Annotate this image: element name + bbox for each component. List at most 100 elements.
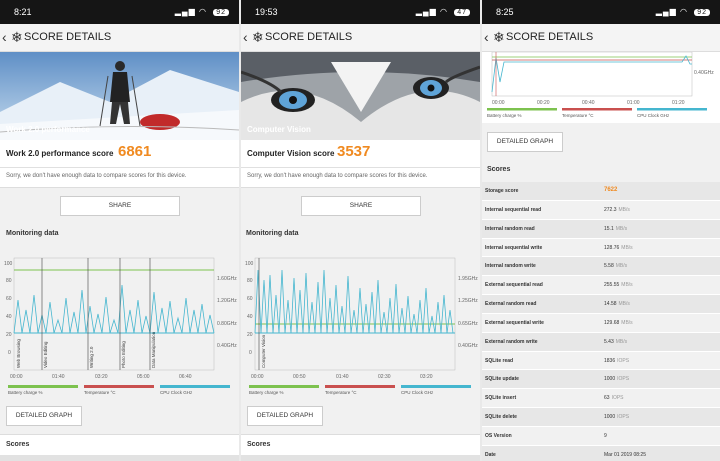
- detailed-graph-button[interactable]: DETAILED GRAPH: [487, 132, 563, 152]
- table-row: SQLite update 1000 IOPS: [482, 370, 720, 390]
- right-tick: 0.40GHz: [458, 343, 478, 349]
- legend-temperature: Temperature °C: [562, 113, 594, 118]
- status-time: 8:21: [14, 7, 32, 17]
- share-button[interactable]: SHARE: [301, 196, 421, 216]
- row-value: 14.58 MB/s: [604, 301, 630, 308]
- x-tick: 01:40: [52, 374, 65, 380]
- table-row: External random read 14.58 MB/s: [482, 295, 720, 314]
- y-tick: 60: [6, 296, 12, 302]
- legend-cpu: CPU Clock GHz: [160, 385, 230, 395]
- monitoring-chart-svg: 100 80 60 40 20 0 1.95GHz 1.25GHz 0.65GH…: [245, 257, 478, 380]
- marker-label: Photo Editing: [121, 341, 126, 368]
- score-label: Computer Vision score: [247, 149, 335, 158]
- row-unit: MB/s: [615, 263, 628, 270]
- scores-table: Storage score 7622 Internal sequential rea…: [482, 182, 720, 461]
- app-bar: ‹ ❄ SCORE DETAILS: [241, 24, 480, 52]
- row-value: 1000 IOPS: [604, 414, 630, 421]
- plot-frame: [254, 257, 456, 371]
- table-row: External sequential write 129.68 MB/s: [482, 313, 720, 333]
- legend-temperature-bar: [562, 108, 632, 111]
- hero-label: Computer Vision: [247, 125, 311, 134]
- row-label: Internal random read: [485, 225, 535, 232]
- status-icons: ▂▄▆ ◠ 92: [656, 7, 710, 16]
- wifi-icon: ◠: [198, 7, 207, 16]
- x-tick: 06:40: [179, 374, 192, 380]
- row-label: Internal random write: [485, 263, 536, 270]
- y-tick: 80: [6, 278, 12, 284]
- table-row: External sequential read 255.55 MB/s: [482, 276, 720, 296]
- y-tick: 100: [4, 261, 13, 267]
- compare-note: Sorry, we don't have enough data to comp…: [241, 168, 480, 188]
- screen-storage-scores: 8:25 ▂▄▆ ◠ 92 ‹ ❄ SCORE DETAILS 0.40GHz …: [482, 0, 720, 461]
- row-label: External random write: [485, 338, 538, 345]
- x-tick: 00:00: [251, 374, 264, 380]
- table-row: Internal sequential write 128.76 MB/s: [482, 238, 720, 258]
- share-button[interactable]: SHARE: [60, 196, 180, 216]
- detailed-graph-button[interactable]: DETAILED GRAPH: [247, 406, 323, 426]
- y-tick: 100: [245, 261, 254, 267]
- chart-legend: Battery charge % Temperature °C CPU Cloc…: [482, 113, 720, 123]
- right-tick: 1.20GHz: [217, 298, 237, 304]
- table-row: Internal sequential read 272.3 MB/s: [482, 200, 720, 220]
- score-row: Computer Vision score 3537: [241, 140, 480, 168]
- row-value: 1000 IOPS: [604, 376, 630, 383]
- monitoring-chart: 100 80 60 40 20 0 1.60GHz 1.20GHz 0.80GH…: [0, 240, 239, 380]
- legend-battery-bar: [487, 108, 557, 111]
- legend-temperature: Temperature °C: [325, 385, 395, 395]
- row-value: 5.58 MB/s: [604, 263, 628, 270]
- row-label: OS Version: [485, 432, 512, 439]
- battery-icon: 92: [213, 9, 229, 16]
- y-tick: 40: [6, 314, 12, 320]
- y-tick: 60: [247, 296, 253, 302]
- detailed-graph-button[interactable]: DETAILED GRAPH: [6, 406, 82, 426]
- row-label: Internal sequential read: [485, 206, 542, 213]
- signal-icon: ▂▄▆: [655, 7, 677, 16]
- monitoring-title: Monitoring data: [246, 230, 299, 237]
- battery-icon: 92: [694, 9, 710, 16]
- chart-legend: Battery charge % Temperature °C CPU Cloc…: [241, 385, 480, 399]
- legend-battery: Battery charge %: [487, 113, 522, 118]
- status-icons: ▂▄▆ ◠ 47: [416, 7, 470, 16]
- chart-legend: Battery charge % Temperature °C CPU Cloc…: [0, 385, 239, 399]
- x-tick: 02:30: [378, 374, 391, 380]
- row-label: External sequential read: [485, 282, 543, 289]
- x-tick: 00:20: [537, 100, 550, 106]
- row-value: 1836 IOPS: [604, 357, 630, 364]
- x-tick: 00:00: [10, 374, 23, 380]
- row-unit: IOPS: [617, 357, 630, 364]
- row-label: Internal sequential write: [485, 244, 543, 251]
- row-label: Storage score: [485, 188, 519, 194]
- app-bar: ‹ ❄ SCORE DETAILS: [0, 24, 239, 52]
- right-tick: 1.25GHz: [458, 298, 478, 304]
- legend-cpu-bar: [637, 108, 707, 111]
- scores-section: Scores: [0, 434, 239, 461]
- row-value: Mar 01 2019 08:25: [604, 451, 646, 458]
- x-tick: 00:50: [293, 374, 306, 380]
- wifi-icon: ◠: [679, 7, 688, 16]
- chevron-left-icon[interactable]: ‹: [243, 29, 248, 45]
- chevron-left-icon[interactable]: ‹: [2, 29, 7, 45]
- row-unit: MB/s: [615, 338, 628, 345]
- scores-section: Scores: [241, 434, 480, 461]
- legend-battery: Battery charge %: [249, 385, 319, 395]
- row-label: External sequential write: [485, 319, 544, 326]
- row-unit: MB/s: [621, 319, 633, 326]
- snowflake-icon: ❄: [11, 29, 23, 45]
- row-unit: IOPS: [611, 395, 624, 402]
- marker-label: Data Manipulation: [151, 331, 156, 368]
- row-unit: IOPS: [617, 376, 630, 383]
- phase-markers: [41, 258, 151, 370]
- row-label: SQLite read: [485, 357, 514, 364]
- row-label: External random read: [485, 301, 537, 308]
- y-tick: 0: [8, 350, 11, 356]
- chevron-left-icon[interactable]: ‹: [484, 29, 489, 45]
- table-row: SQLite delete 1000 IOPS: [482, 408, 720, 427]
- legend-cpu: CPU Clock GHz: [637, 113, 670, 118]
- monitoring-chart: 100 80 60 40 20 0 1.95GHz 1.25GHz 0.65GH…: [241, 240, 480, 380]
- signal-icon: ▂▄▆: [174, 7, 196, 16]
- marker-label: Video Editing: [43, 341, 48, 368]
- y-tick: 80: [247, 278, 253, 284]
- y-tick: 40: [247, 314, 253, 320]
- status-bar: 8:21 ▂▄▆ ◠ 92: [0, 0, 239, 24]
- row-unit: MB/s: [621, 244, 633, 251]
